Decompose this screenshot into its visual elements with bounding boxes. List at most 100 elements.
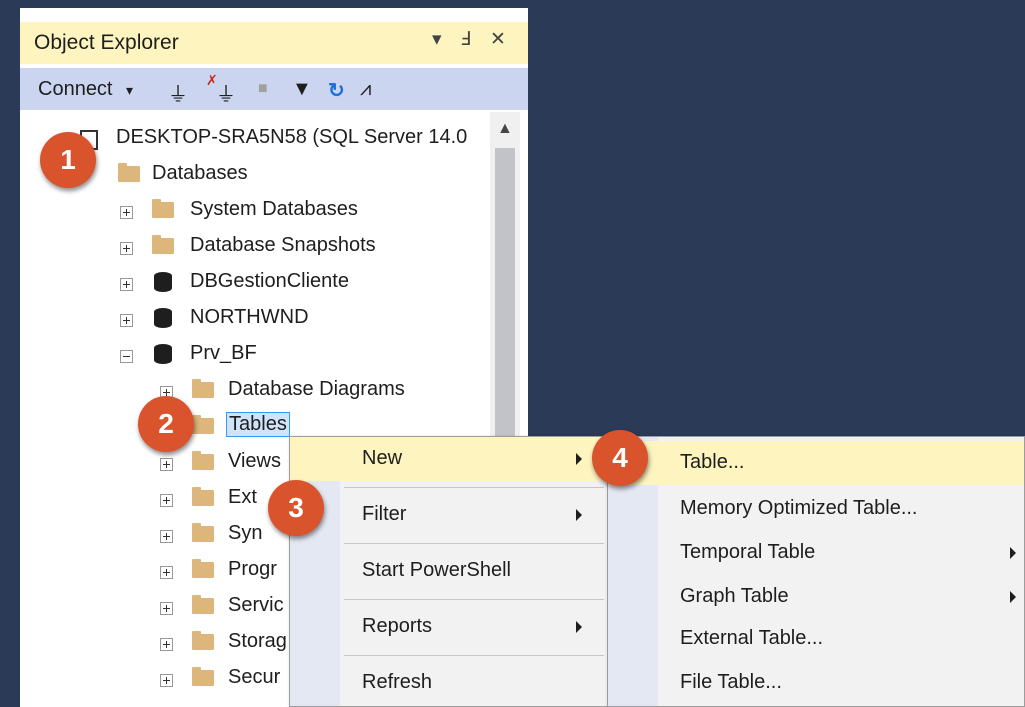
menu-item-start-powershell[interactable]: Start PowerShell: [290, 549, 608, 593]
tree-node-prv-bf[interactable]: Prv_BF: [20, 338, 490, 374]
menu-item-label: Start PowerShell: [362, 559, 511, 581]
tree-node-label: System Databases: [190, 198, 358, 220]
expand-icon[interactable]: [160, 602, 173, 615]
database-icon: [154, 272, 172, 292]
menu-separator: [344, 487, 604, 488]
menu-item-refresh[interactable]: Refresh: [290, 661, 608, 705]
step-badge-4: 4: [592, 430, 648, 486]
submenu-arrow-icon: [1010, 591, 1016, 603]
menu-separator: [344, 655, 604, 656]
window-frame-left: [0, 0, 20, 707]
menu-item-label: Temporal Table: [680, 541, 816, 563]
stop-icon[interactable]: ■: [258, 80, 268, 98]
database-icon: [154, 344, 172, 364]
expand-icon[interactable]: [120, 314, 133, 327]
menu-item-file-table[interactable]: File Table...: [608, 661, 1024, 705]
close-icon[interactable]: ✕: [490, 28, 506, 51]
folder-icon: [152, 235, 174, 254]
expand-icon[interactable]: [120, 242, 133, 255]
tree-node-system-databases[interactable]: System Databases: [20, 194, 490, 230]
expand-icon[interactable]: [160, 638, 173, 651]
folder-icon: [192, 523, 214, 542]
folder-icon: [192, 415, 214, 434]
menu-item-label: Memory Optimized Table...: [680, 497, 918, 519]
folder-icon: [192, 559, 214, 578]
submenu-arrow-icon: [576, 453, 582, 465]
tree-node-label: NORTHWND: [190, 306, 309, 328]
filter-icon[interactable]: ▼: [292, 78, 312, 101]
tree-node-database-snapshots[interactable]: Database Snapshots: [20, 230, 490, 266]
new-submenu: Table... Memory Optimized Table... Tempo…: [607, 436, 1025, 707]
menu-item-label: External Table...: [680, 627, 824, 649]
expand-icon[interactable]: [120, 278, 133, 291]
menu-item-graph-table[interactable]: Graph Table: [608, 575, 1024, 619]
connect-button[interactable]: Connect: [38, 78, 113, 101]
menu-item-label: Refresh: [362, 671, 433, 693]
step-badge-2: 2: [138, 396, 194, 452]
connect-dropdown-icon[interactable]: ▾: [126, 82, 133, 99]
expand-icon[interactable]: [160, 494, 173, 507]
activity-monitor-icon[interactable]: ⩘: [360, 78, 371, 101]
submenu-arrow-icon: [576, 509, 582, 521]
menu-item-label: Table...: [680, 451, 745, 473]
tree-node-label: Database Diagrams: [228, 378, 405, 400]
menu-item-new[interactable]: New: [290, 437, 608, 481]
tree-node-northwnd[interactable]: NORTHWND: [20, 302, 490, 338]
panel-title: Object Explorer: [34, 31, 179, 54]
tree-node-label: DBGestionCliente: [190, 270, 349, 292]
tree-node-label: Ext: [228, 486, 257, 508]
folder-icon: [152, 199, 174, 218]
ssms-window: Object Explorer ▾ Ⅎ ✕ Connect ▾ ⏚ ✗ ⏚ ■ …: [0, 0, 1025, 707]
folder-icon: [192, 379, 214, 398]
folder-icon: [192, 487, 214, 506]
refresh-icon[interactable]: ↻: [328, 78, 345, 103]
menu-item-external-table[interactable]: External Table...: [608, 617, 1024, 661]
menu-item-new-table[interactable]: Table...: [608, 441, 1024, 485]
pin-icon[interactable]: Ⅎ: [460, 28, 471, 51]
submenu-arrow-icon: [1010, 547, 1016, 559]
connect-plug-icon[interactable]: ⏚: [168, 78, 188, 107]
menu-item-label: Filter: [362, 503, 407, 525]
menu-separator: [344, 543, 604, 544]
tree-node-label: Database Snapshots: [190, 234, 376, 256]
tree-node-label: Prv_BF: [190, 342, 257, 364]
menu-item-filter[interactable]: Filter: [290, 493, 608, 537]
object-explorer-titlebar: Object Explorer ▾ Ⅎ ✕: [20, 22, 528, 64]
menu-item-temporal-table[interactable]: Temporal Table: [608, 531, 1024, 575]
scroll-up-arrow-icon[interactable]: ▲: [497, 120, 513, 138]
expand-icon[interactable]: [120, 206, 133, 219]
menu-item-label: Graph Table: [680, 585, 789, 607]
menu-item-reports[interactable]: Reports: [290, 605, 608, 649]
expand-icon[interactable]: [160, 458, 173, 471]
folder-icon: [118, 163, 140, 182]
tree-node-label-selected: Tables: [226, 412, 290, 437]
tree-node-label: Secur: [228, 666, 281, 688]
menu-item-label: New: [362, 447, 403, 469]
tree-node-label: Storag: [228, 630, 287, 652]
step-badge-1: 1: [40, 132, 96, 188]
object-explorer-toolbar: Connect ▾ ⏚ ✗ ⏚ ■ ▼ ↻ ⩘: [20, 68, 528, 110]
folder-icon: [192, 631, 214, 650]
expand-icon[interactable]: [160, 674, 173, 687]
menu-item-label: File Table...: [680, 671, 782, 693]
collapse-icon[interactable]: [120, 350, 133, 363]
tree-node-label: Servic: [228, 594, 284, 616]
tree-node-label: Views: [228, 450, 281, 472]
submenu-arrow-icon: [576, 621, 582, 633]
menu-item-memory-optimized-table[interactable]: Memory Optimized Table...: [608, 487, 1024, 531]
menu-separator: [344, 599, 604, 600]
expand-icon[interactable]: [160, 530, 173, 543]
expand-icon[interactable]: [160, 566, 173, 579]
folder-icon: [192, 595, 214, 614]
folder-icon: [192, 451, 214, 470]
step-badge-3: 3: [268, 480, 324, 536]
tree-node-label: Databases: [152, 162, 248, 184]
tree-node-label: Progr: [228, 558, 277, 580]
disconnect-plug-body-icon: ⏚: [216, 84, 236, 106]
database-icon: [154, 308, 172, 328]
dropdown-arrow-icon[interactable]: ▾: [432, 28, 442, 51]
tree-node-database-diagrams[interactable]: Database Diagrams: [20, 374, 490, 410]
menu-item-label: Reports: [362, 615, 433, 637]
folder-icon: [192, 667, 214, 686]
tree-node-dbgestioncliente[interactable]: DBGestionCliente: [20, 266, 490, 302]
